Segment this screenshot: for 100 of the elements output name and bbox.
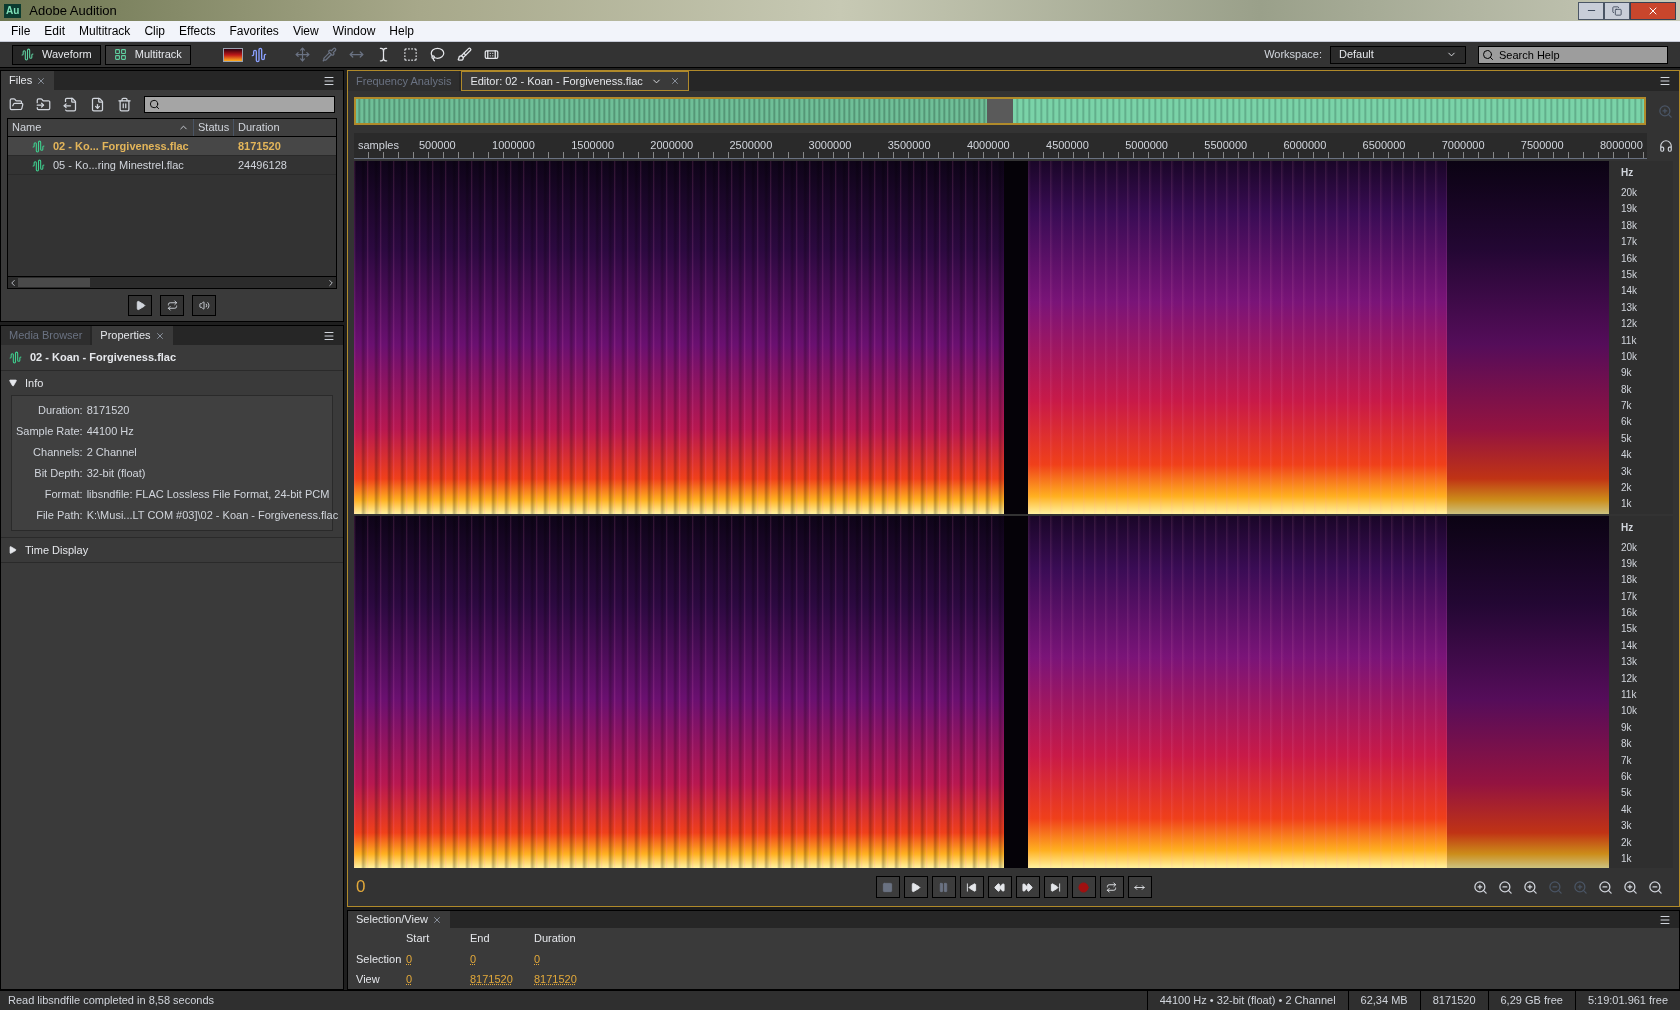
stop-button[interactable]	[875, 876, 900, 898]
panel-tab[interactable]: Selection/View	[348, 911, 450, 928]
loop-button[interactable]	[160, 294, 184, 316]
mode-button[interactable]: Multitrack	[104, 44, 191, 65]
frequency-label: 14k	[1621, 286, 1639, 297]
menu-item[interactable]: Edit	[37, 22, 73, 40]
import-file-icon[interactable]	[36, 96, 51, 112]
files-search-field[interactable]	[144, 95, 335, 113]
ruler-label: 500000	[419, 138, 456, 153]
panel-menu-icon[interactable]	[323, 329, 335, 342]
ruler-label: 2000000	[650, 138, 694, 153]
healing-tool-icon[interactable]	[483, 47, 499, 62]
panel-tab[interactable]: Files	[1, 71, 55, 90]
time-value-field[interactable]: 8171520	[470, 971, 534, 988]
frequency-label: 1k	[1621, 853, 1633, 864]
fast-forward-button[interactable]	[1015, 876, 1040, 898]
brush-tool-icon[interactable]	[456, 47, 472, 62]
tab-label: Frequency Analysis	[356, 73, 452, 89]
ruler-label: 1500000	[571, 138, 614, 153]
section-header[interactable]: Time Display	[1, 538, 343, 562]
close-button[interactable]	[1630, 1, 1676, 20]
insert-file-icon[interactable]	[90, 96, 105, 112]
mode-button[interactable]: Waveform	[12, 44, 101, 65]
file-row[interactable]: 05 - Ko...ring Minestrel.flac 24496128	[8, 156, 336, 175]
column-header[interactable]: Name	[8, 119, 193, 136]
time-value-field[interactable]: 0	[406, 950, 470, 967]
frequency-label: 7k	[1621, 401, 1633, 412]
zoom-in-icon[interactable]	[1523, 879, 1538, 895]
play-button[interactable]	[903, 876, 928, 898]
menu-item[interactable]: Window	[325, 22, 383, 40]
time-value-field[interactable]: 0	[534, 950, 598, 967]
menu-item[interactable]: File	[4, 22, 38, 40]
pause-button[interactable]	[931, 876, 956, 898]
section-title: Time Display	[25, 542, 89, 558]
info-value: 8171520	[86, 403, 131, 418]
close-icon[interactable]	[669, 76, 680, 86]
menu-item[interactable]: Multitrack	[72, 22, 138, 40]
scroll-left-icon[interactable]	[8, 277, 18, 288]
frequency-label: 1k	[1621, 499, 1633, 510]
panel-menu-icon[interactable]	[1659, 913, 1671, 926]
spectral-view-icon[interactable]	[222, 47, 243, 62]
marquee-tool-icon[interactable]	[402, 47, 418, 62]
section-header[interactable]: Info	[1, 371, 343, 395]
search-help-field[interactable]: Search Help	[1478, 45, 1668, 64]
zoom-full-icon[interactable]	[1648, 879, 1663, 895]
move-tool-icon[interactable]	[294, 47, 310, 62]
workspace-dropdown[interactable]: Default	[1330, 45, 1466, 64]
waveform-view-icon[interactable]	[250, 46, 267, 63]
skip-to-end-button[interactable]	[1043, 876, 1068, 898]
open-file-icon[interactable]	[9, 96, 24, 112]
headphones-icon[interactable]	[1659, 139, 1673, 153]
ruler-label: 6500000	[1362, 138, 1406, 153]
scrollbar-thumb[interactable]	[18, 278, 90, 287]
restore-button[interactable]	[1604, 1, 1630, 20]
zoom-out-point-icon[interactable]	[1623, 879, 1638, 895]
close-icon[interactable]	[154, 330, 165, 341]
ruler-label: 4500000	[1046, 138, 1089, 153]
panel-tab[interactable]: Properties	[92, 326, 173, 345]
new-file-icon[interactable]	[63, 96, 78, 112]
menu-item[interactable]: Clip	[137, 22, 173, 40]
expanded-triangle-icon	[9, 379, 17, 387]
menu-item[interactable]: Help	[382, 22, 422, 40]
time-value-field[interactable]: 8171520	[534, 971, 598, 988]
time-value-field[interactable]: 0	[406, 971, 470, 988]
menu-item[interactable]: View	[285, 22, 326, 40]
skip-to-end-icon	[1050, 881, 1061, 893]
rewind-button[interactable]	[987, 876, 1012, 898]
skip-selection-button[interactable]	[1127, 876, 1152, 898]
column-header: Start	[406, 931, 431, 946]
scroll-right-icon[interactable]	[326, 277, 336, 288]
file-duration: 24496128	[238, 157, 287, 173]
column-header[interactable]: Duration	[233, 119, 336, 136]
ruler-label: 3500000	[887, 138, 931, 153]
zoom-in-amplitude-icon[interactable]	[1473, 879, 1488, 895]
loop-button[interactable]	[1099, 876, 1124, 898]
minimize-button[interactable]	[1578, 1, 1604, 20]
time-value-field[interactable]: 0	[470, 950, 534, 967]
time-ruler[interactable]: samples 500000 1000000 1500000 2000000 2500000 3000000 3500000 4000000 4500000 5000000 5500000 6000000 6500000 7000000 7500000 8000000	[354, 133, 1647, 159]
close-icon[interactable]	[431, 914, 442, 925]
skip-to-start-button[interactable]	[959, 876, 984, 898]
close-icon[interactable]	[36, 75, 47, 86]
play-button[interactable]	[128, 294, 152, 316]
frequency-label: 17k	[1621, 237, 1639, 248]
column-header: Duration	[534, 931, 577, 946]
frequency-label: 16k	[1621, 608, 1639, 619]
trash-icon[interactable]	[117, 96, 132, 112]
zoom-out-amplitude-icon[interactable]	[1498, 879, 1513, 895]
frequency-label: 18k	[1621, 220, 1639, 231]
panel-menu-icon[interactable]	[323, 74, 335, 87]
menu-item[interactable]: Effects	[172, 22, 223, 40]
lasso-tool-icon[interactable]	[429, 47, 445, 62]
column-header[interactable]: Status	[193, 119, 233, 136]
panel-menu-icon[interactable]	[1659, 75, 1671, 87]
zoom-in-point-icon[interactable]	[1598, 879, 1613, 895]
rewind-icon	[994, 881, 1005, 893]
autoplay-button[interactable]	[192, 294, 216, 316]
file-row[interactable]: 02 - Ko... Forgiveness.flac 8171520	[8, 137, 336, 156]
editor-tab[interactable]: Editor: 02 - Koan - Forgiveness.flac	[461, 71, 689, 91]
ruler-label: 4000000	[966, 138, 1010, 153]
menu-item[interactable]: Favorites	[222, 22, 286, 40]
